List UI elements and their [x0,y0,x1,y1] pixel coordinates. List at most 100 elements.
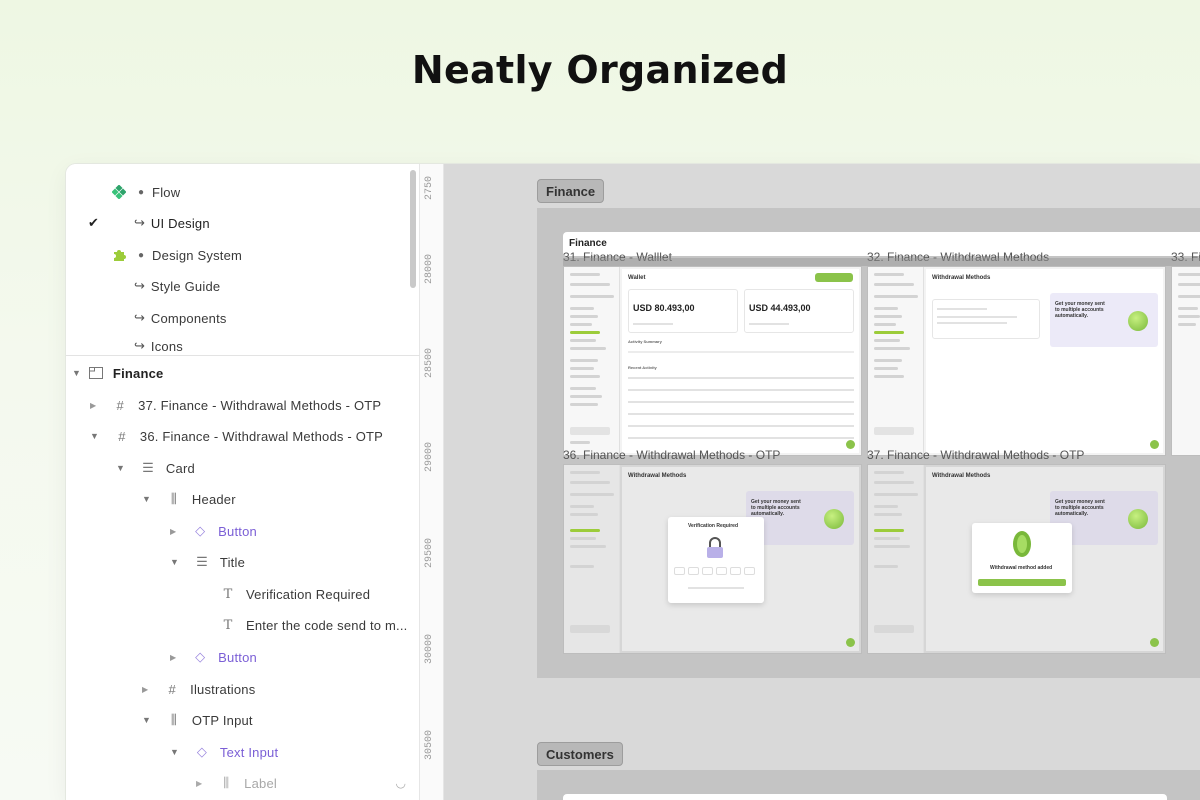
frame-label-37[interactable]: 37. Finance - Withdrawal Methods - OTP [867,448,1084,462]
caret-right-icon: ▶ [142,684,149,694]
caret-down-icon: ▼ [72,368,81,378]
caret-down-icon: ▼ [142,715,151,725]
section-tag-finance[interactable]: Finance [537,179,605,203]
mini-recent-label: Recent Activity [628,365,657,370]
frame-36-otp[interactable]: Withdrawal Methods Get your money sent t… [563,464,862,654]
layer-label: Title [219,554,245,570]
mini-fab [846,440,855,449]
caret-down-icon: ▼ [116,463,125,473]
vertical-ruler: 2750 28000 28500 29000 29500 30000 30500 [420,164,444,800]
instance-diamond-icon: ◇ [195,523,206,538]
coins-illustration [1128,311,1148,331]
layer-text-input[interactable]: ▼ ◇ Text Input [170,738,278,766]
layer-label: Finance [112,365,164,381]
layer-label: Enter the code send to m... [246,617,408,633]
mini-sidebar [868,267,924,455]
hero-title: Neatly Organized [411,48,789,92]
layer-text-verification[interactable]: T Verification Required [220,580,370,608]
page-item-flow[interactable]: ● Flow [112,178,180,206]
return-arrow-icon: ↪ [134,278,145,293]
mini-sidebar [564,465,620,653]
layer-label: 37. Finance - Withdrawal Methods - OTP [138,397,382,413]
mini-sidebar [1172,267,1200,455]
finance-frame-title: Finance [569,238,607,249]
checkmark-icon: ✔ [88,215,99,230]
mini-fab [1150,440,1159,449]
mini-screen-title: Withdrawal Methods [628,473,687,479]
mini-screen-title: Withdrawal Methods [932,473,991,479]
layer-text-enter-code[interactable]: T Enter the code send to m... [220,611,408,639]
bullet-icon: ● [138,249,145,261]
mini-screen-title: Wallet [628,275,646,281]
mini-amount: USD 80.493,00 [633,303,695,313]
page-label: Flow [152,184,181,200]
mini-balance-card: USD 80.493,00 [628,289,738,333]
auto-layout-cols-icon: ⫼ [170,491,177,506]
ruler-tick: 2750 [424,175,435,200]
frame-33-partial[interactable] [1171,266,1200,456]
mini-main: Withdrawal Methods Get your money sent t… [926,269,1163,453]
frame-hash-icon: # [168,681,176,697]
text-t-icon: T [223,586,233,602]
layer-ilustrations[interactable]: ▶ # Ilustrations [142,675,255,703]
mini-fab [1150,638,1159,647]
mini-deposit-card: USD 44.493,00 [744,289,854,333]
layer-otp-input[interactable]: ▼ ⫼ OTP Input [142,706,253,734]
ruler-tick: 30000 [424,633,435,664]
page-label: Style Guide [150,278,221,294]
layer-label: Verification Required [246,586,371,602]
layer-button-2[interactable]: ▶ ◇ Button [170,643,257,671]
mini-otp-modal: Verification Required [668,517,764,603]
mini-screen-title: Withdrawal Methods [932,275,991,281]
mini-promo-text: Get your money sent to multiple accounts… [751,499,801,517]
selection-overlay [563,258,1200,266]
layer-finance-section[interactable]: ▼ Finance [72,359,163,387]
layer-label: Text Input [219,744,279,760]
caret-right-icon: ▶ [90,400,97,410]
page-label: Design System [152,247,243,263]
layer-frame-36[interactable]: ▼ # 36. Finance - Withdrawal Methods - O… [90,422,383,450]
mini-promo-text: Get your money sent to multiple accounts… [1055,301,1105,319]
coins-illustration [824,509,844,529]
frame-31-wallet[interactable]: Wallet USD 80.493,00 USD 44.493,00 Activ… [563,266,862,456]
mini-confirm-button [978,579,1066,586]
mini-modal-title: Verification Required [688,523,739,529]
mini-amount: USD 44.493,00 [749,303,811,313]
page-item-design-system[interactable]: ● Design System [112,241,242,269]
lock-icon [706,537,724,559]
mini-success-modal: Withdrawal method added [972,523,1072,593]
page-label: UI Design [150,215,210,231]
page-item-ui-design[interactable]: ✔ ↪ UI Design [66,209,420,237]
section-tag-customers[interactable]: Customers [537,742,623,766]
page-item-icons[interactable]: ↪ Icons [134,335,183,357]
frame-32-withdrawal[interactable]: Withdrawal Methods Get your money sent t… [867,266,1166,456]
return-arrow-icon: ↪ [134,338,145,353]
layer-button-1[interactable]: ▶ ◇ Button [170,517,257,545]
instance-diamond-icon: ◇ [196,744,207,759]
page-label: Icons [150,338,183,354]
frame-37-otp-success[interactable]: Withdrawal Methods Get your money sent t… [867,464,1166,654]
layer-card[interactable]: ▼ ☰ Card [116,454,195,482]
layer-label: 36. Finance - Withdrawal Methods - OTP [139,428,384,444]
page-item-components[interactable]: ↪ Components [134,304,227,332]
text-t-icon: T [223,617,233,633]
layer-header[interactable]: ▼ ⫼ Header [142,485,236,513]
layer-title[interactable]: ▼ ☰ Title [170,548,245,576]
layer-label: OTP Input [191,712,253,728]
frame-label-36[interactable]: 36. Finance - Withdrawal Methods - OTP [563,448,780,462]
page-item-style-guide[interactable]: ↪ Style Guide [134,272,220,300]
ruler-tick: 30500 [424,729,435,760]
auto-layout-rows-icon: ☰ [196,554,208,569]
auto-layout-cols-icon: ⫼ [223,775,230,790]
component-icon [112,185,126,199]
design-canvas[interactable]: Finance Finance 31. Finance - Walllet 32… [444,164,1200,800]
mini-sidebar [868,465,924,653]
hidden-eye-icon[interactable]: ◡ [396,776,406,790]
caret-down-icon: ▼ [170,557,179,567]
layer-frame-37[interactable]: ▶ # 37. Finance - Withdrawal Methods - O… [90,391,381,419]
auto-layout-rows-icon: ☰ [142,460,154,475]
layer-label-row[interactable]: ▶ ⫼ Label ◡ [196,769,406,797]
mini-activity-label: Activity Summary [628,339,662,344]
pages-list: ● Flow ✔ ↪ UI Design ● Design System ↪ S… [66,164,420,356]
coins-illustration [1128,509,1148,529]
